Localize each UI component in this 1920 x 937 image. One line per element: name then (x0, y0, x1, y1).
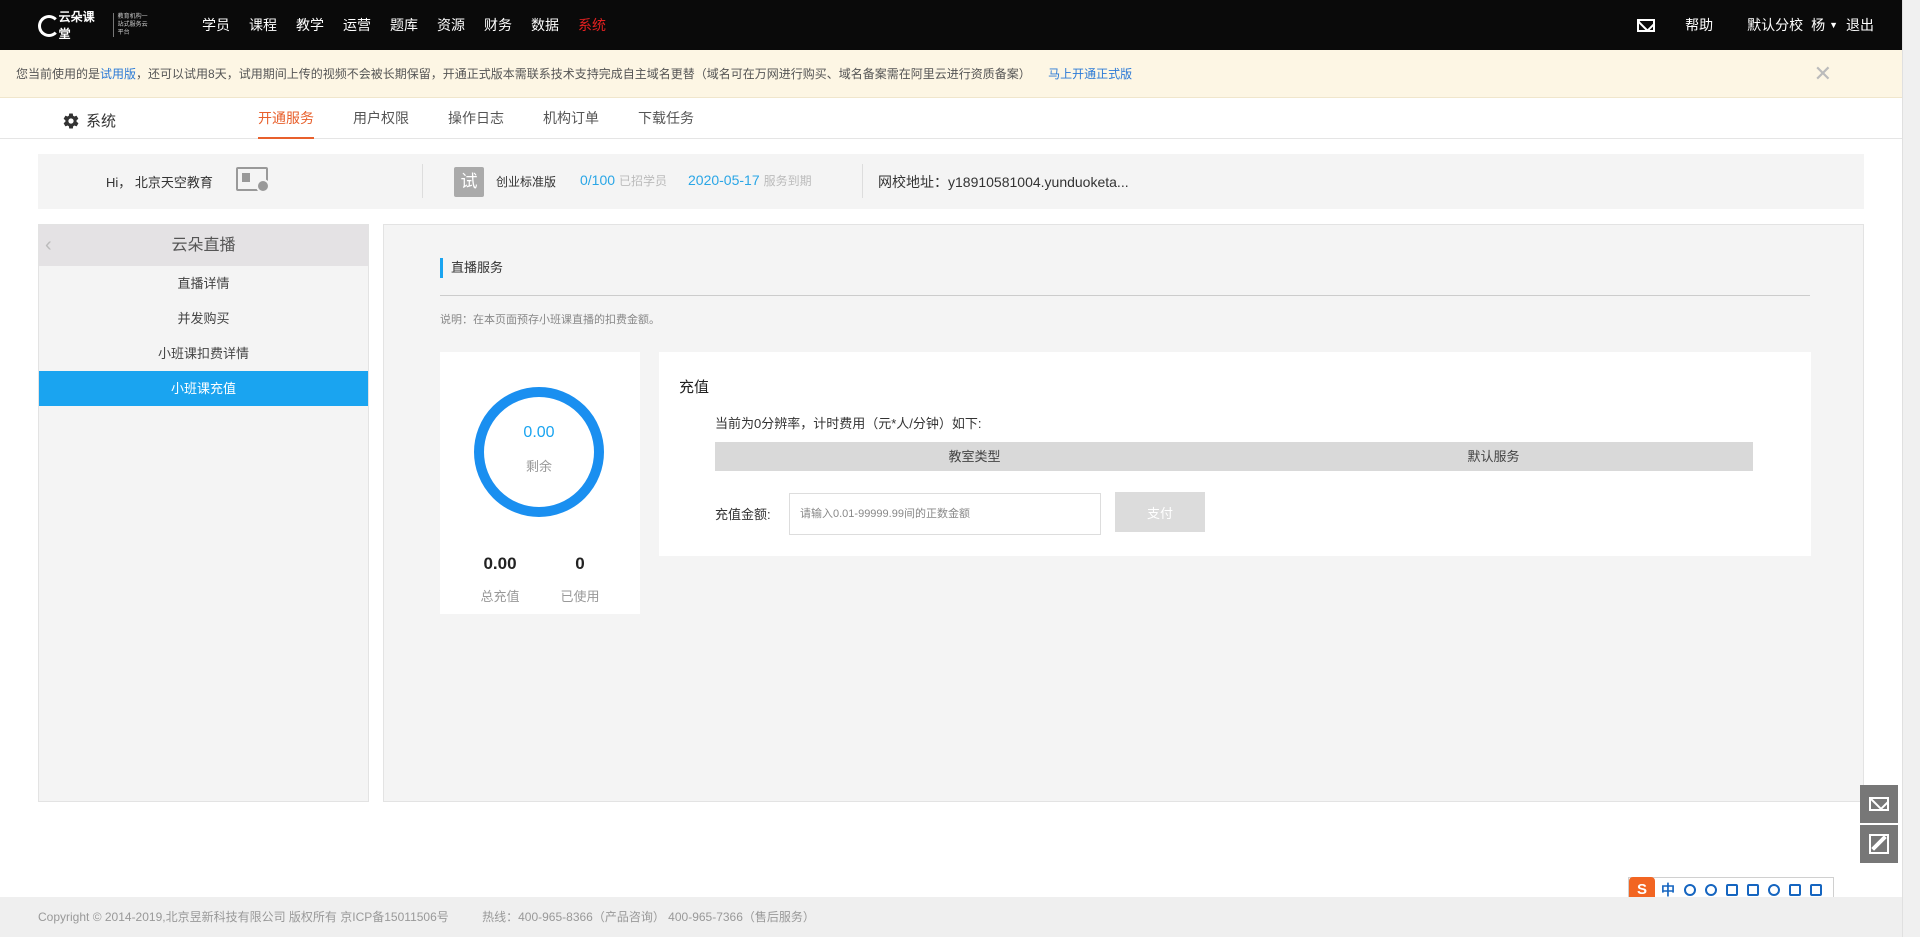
menu-item-small-class-charges[interactable]: 小班课扣费详情 (39, 336, 368, 371)
user-icon[interactable] (1768, 884, 1780, 896)
divider (440, 295, 1810, 296)
balance-card: 0.00 剩余 0.00 总充值 0 已使用 (440, 352, 640, 614)
nav-item-students[interactable]: 学员 (202, 15, 230, 35)
used-value: 0 (575, 554, 585, 573)
used-label: 已使用 (560, 589, 600, 604)
branch-selector[interactable]: 默认分校 (1747, 15, 1803, 35)
total-recharge-stat: 0.00 总充值 (460, 554, 540, 605)
emoji-icon[interactable] (1705, 884, 1717, 896)
mail-icon[interactable] (1637, 18, 1656, 32)
balance-ring-content: 0.00 剩余 (474, 387, 604, 517)
tab-download-tasks[interactable]: 下载任务 (638, 99, 694, 139)
close-icon[interactable]: ✕ (1814, 62, 1832, 86)
amount-input[interactable] (789, 493, 1101, 535)
tab-operation-log[interactable]: 操作日志 (448, 99, 504, 139)
user-name[interactable]: 杨 (1811, 15, 1825, 35)
logo-subtitle: 教育机构一站式服务云平台 (112, 13, 153, 37)
total-recharge-label: 总充值 (480, 589, 520, 604)
nav-item-operations[interactable]: 运营 (343, 15, 371, 35)
left-menu: ‹ 云朵直播 直播详情 并发购买 小班课扣费详情 小班课充值 (38, 224, 369, 802)
chevron-down-icon[interactable]: ▼ (1829, 20, 1838, 30)
section-header: 系统 (62, 110, 116, 131)
upgrade-link[interactable]: 马上开通正式版 (1048, 67, 1132, 81)
students-value: 0/100 (580, 172, 616, 188)
back-arrow-icon[interactable]: ‹ (45, 225, 52, 266)
edit-icon (1869, 834, 1889, 854)
menu-item-live-details[interactable]: 直播详情 (39, 266, 368, 301)
id-card-icon[interactable] (236, 167, 270, 193)
help-link[interactable]: 帮助 (1685, 15, 1713, 35)
trial-notice: 您当前使用的是试用版，还可以试用8天，试用期间上传的视频不会被长期保留，开通正式… (0, 50, 1902, 98)
expire-stat: 2020-05-17 服务到期 (688, 172, 812, 189)
pay-button[interactable]: 支付 (1115, 492, 1205, 532)
keyboard-icon[interactable] (1747, 884, 1759, 896)
remaining-label: 剩余 (525, 459, 552, 474)
sub-nav: 系统 开通服务 用户权限 操作日志 机构订单 下载任务 (0, 99, 1902, 139)
column-header-default-service: 默认服务 (1467, 449, 1520, 464)
main-panel: 直播服务 说明：在本页面预存小班课直播的扣费金额。 0.00 剩余 0.00 总… (383, 224, 1864, 802)
menu-item-concurrency-purchase[interactable]: 并发购买 (39, 301, 368, 336)
trial-badge: 试 (454, 167, 484, 197)
section-title: 系统 (86, 113, 117, 130)
nav-item-question-bank[interactable]: 题库 (390, 15, 418, 35)
nav-right: 帮助 默认分校 杨 ▼ 退出 (1637, 0, 1874, 50)
recharge-card: 充值 当前为0分辨率，计时费用（元*人/分钟）如下: 教室类型 默认服务 充值金… (659, 352, 1811, 556)
punctuation-icon[interactable] (1684, 884, 1696, 896)
plan-name: 创业标准版 (496, 175, 557, 189)
logo-mark-icon (38, 12, 69, 38)
microphone-icon[interactable] (1726, 884, 1738, 896)
panel-description: 说明：在本页面预存小班课直播的扣费金额。 (440, 314, 660, 326)
account-info-bar: Hi， 北京天空教育 试 创业标准版 0/100 已招学员 2020-05-17 服… (38, 154, 1864, 209)
students-label: 已招学员 (619, 174, 668, 188)
panel-title: 直播服务 (440, 258, 503, 278)
greeting: Hi， 北京天空教育 (106, 175, 213, 190)
copyright: Copyright © 2014-2019,北京昱新科技有限公司 版权所有 京I… (38, 910, 449, 924)
recharge-title: 充值 (679, 379, 710, 396)
floating-feedback-button[interactable] (1860, 825, 1898, 863)
notice-text: ，还可以试用8天，试用期间上传的视频不会被长期保留，开通正式版本需联系技术支持完… (136, 67, 1031, 81)
logo[interactable]: 云朵课堂 教育机构一站式服务云平台 (38, 10, 153, 41)
nav-item-finance[interactable]: 财务 (484, 15, 512, 35)
menu-item-small-class-recharge[interactable]: 小班课充值 (39, 371, 368, 406)
sub-tabs: 开通服务 用户权限 操作日志 机构订单 下载任务 (258, 99, 733, 139)
rate-text: 当前为0分辨率，计时费用（元*人/分钟）如下: (715, 416, 982, 431)
notice-prefix: 您当前使用的是 (16, 67, 101, 81)
scrollbar[interactable] (1902, 0, 1920, 937)
hotline: 热线：400-965-8366（产品咨询） 400-965-7366（售后服务） (482, 910, 815, 924)
used-stat: 0 已使用 (540, 554, 620, 605)
divider (862, 164, 863, 198)
divider (422, 164, 423, 198)
students-stat: 0/100 已招学员 (580, 172, 667, 189)
nav-item-system[interactable]: 系统 (578, 15, 606, 35)
expire-value: 2020-05-17 (688, 172, 760, 188)
tab-org-orders[interactable]: 机构订单 (543, 99, 599, 139)
left-menu-header: ‹ 云朵直播 (39, 225, 368, 266)
gear-icon (63, 113, 79, 129)
top-nav: 云朵课堂 教育机构一站式服务云平台 学员 课程 教学 运营 题库 资源 财务 数… (0, 0, 1902, 50)
left-menu-title: 云朵直播 (171, 237, 236, 254)
toolbox-icon[interactable] (1810, 884, 1822, 896)
floating-message-button[interactable] (1860, 785, 1898, 823)
tab-user-permissions[interactable]: 用户权限 (353, 99, 409, 139)
notice-version: 试用版 (100, 67, 137, 81)
main-nav: 学员 课程 教学 运营 题库 资源 财务 数据 系统 (202, 0, 625, 50)
column-header-classroom-type: 教室类型 (948, 449, 1001, 464)
logout-link[interactable]: 退出 (1846, 15, 1874, 35)
envelope-icon (1869, 797, 1889, 811)
tab-open-service[interactable]: 开通服务 (258, 99, 314, 139)
nav-item-resources[interactable]: 资源 (437, 15, 465, 35)
school-address[interactable]: 网校地址：y18910581004.yunduoketa... (878, 172, 1129, 192)
remaining-value: 0.00 (523, 424, 555, 441)
expire-label: 服务到期 (763, 174, 812, 188)
skin-icon[interactable] (1789, 884, 1801, 896)
rate-table-header: 教室类型 默认服务 (715, 442, 1753, 471)
amount-label: 充值金额: (715, 507, 771, 522)
nav-item-courses[interactable]: 课程 (249, 15, 277, 35)
total-recharge-value: 0.00 (483, 554, 517, 573)
footer: Copyright © 2014-2019,北京昱新科技有限公司 版权所有 京I… (0, 897, 1902, 937)
nav-item-data[interactable]: 数据 (531, 15, 559, 35)
nav-item-teaching[interactable]: 教学 (296, 15, 324, 35)
